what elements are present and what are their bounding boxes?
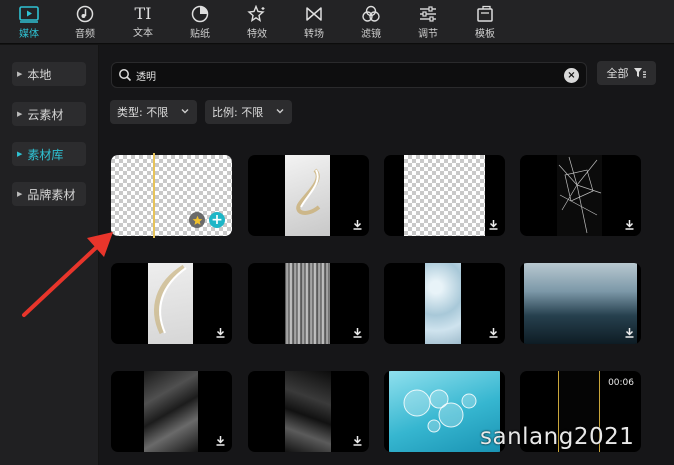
plastic-wrap-thumbnail [285, 371, 331, 452]
tab-label: 模板 [475, 29, 495, 40]
tab-label: 滤镜 [361, 29, 381, 40]
plastic-wrap-thumbnail [144, 371, 198, 452]
filter-all-button[interactable]: 全部 [597, 61, 656, 85]
ratio-dropdown[interactable]: 比例: 不限 [205, 100, 292, 124]
text-icon: TI [134, 4, 152, 23]
download-icon[interactable] [215, 435, 226, 446]
download-icon[interactable] [488, 327, 499, 338]
type-dropdown-label: 类型: 不限 [117, 106, 169, 119]
tab-transition[interactable]: 转场 [290, 0, 338, 44]
material-card[interactable] [111, 263, 232, 344]
adjust-icon [420, 6, 436, 22]
tab-label: 媒体 [19, 29, 39, 40]
tab-adjust[interactable]: 调节 [404, 0, 452, 44]
frosted-blue-thumbnail [425, 263, 461, 344]
ratio-dropdown-label: 比例: 不限 [212, 106, 264, 119]
chevron-down-icon [276, 109, 284, 114]
tab-text[interactable]: TI 文本 [119, 0, 167, 44]
striped-glass-thumbnail [285, 263, 330, 344]
filter-all-label: 全部 [606, 67, 629, 80]
search-icon [119, 69, 132, 82]
tab-sticker[interactable]: 贴纸 [176, 0, 224, 44]
glass-ribbon-icon [296, 168, 321, 215]
top-toolbar: 媒体 音频 TI 文本 贴纸 特效 转场 滤镜 调节 模板 [0, 0, 674, 44]
material-card[interactable] [520, 263, 641, 344]
main-panel: × 全部 类型: 不限 比例: 不限 + [99, 45, 674, 465]
material-card[interactable] [248, 263, 369, 344]
material-card[interactable] [248, 155, 369, 236]
glass-ribbon-thumbnail [148, 263, 193, 344]
tab-label: 特效 [247, 29, 267, 40]
sidebar-item-label: 品牌素材 [27, 187, 76, 202]
material-card[interactable] [111, 371, 232, 452]
app-window: 媒体 音频 TI 文本 贴纸 特效 转场 滤镜 调节 模板 ▶ 本地 ▶ 云素材… [0, 0, 674, 465]
download-icon[interactable] [352, 435, 363, 446]
download-icon[interactable] [352, 219, 363, 230]
watermark: sanlang2021 [480, 424, 635, 450]
glass-ribbon-thumbnail [285, 155, 330, 236]
sidebar-item-brand[interactable]: ▶ 品牌素材 [12, 182, 86, 206]
rain-window-thumbnail [524, 263, 637, 344]
triangle-right-icon: ▶ [17, 110, 23, 118]
transparent-thumbnail [404, 155, 485, 236]
tab-template[interactable]: 模板 [461, 0, 509, 44]
sidebar-item-cloud[interactable]: ▶ 云素材 [12, 102, 86, 126]
duration-badge: 00:06 [608, 378, 634, 388]
sidebar-item-local[interactable]: ▶ 本地 [12, 62, 86, 86]
triangle-right-icon: ▶ [17, 150, 23, 158]
download-icon[interactable] [352, 327, 363, 338]
type-dropdown[interactable]: 类型: 不限 [110, 100, 197, 124]
star-icon [192, 215, 202, 225]
sidebar: ▶ 本地 ▶ 云素材 ▶ 素材库 ▶ 品牌素材 [0, 45, 98, 465]
material-card[interactable] [520, 155, 641, 236]
search-bar: × [111, 62, 587, 88]
chevron-down-icon [181, 109, 189, 114]
tab-label: 文本 [133, 28, 153, 39]
material-card[interactable] [384, 263, 505, 344]
tab-effects[interactable]: 特效 [233, 0, 281, 44]
media-icon [19, 6, 39, 23]
transition-icon [306, 7, 322, 21]
triangle-right-icon: ▶ [17, 70, 23, 78]
tab-label: 转场 [304, 29, 324, 40]
tab-media[interactable]: 媒体 [5, 0, 53, 44]
download-icon[interactable] [624, 327, 635, 338]
favorite-button[interactable] [189, 212, 205, 228]
add-to-track-button[interactable]: + [209, 212, 225, 228]
audio-icon [76, 5, 94, 23]
material-card[interactable] [384, 155, 505, 236]
tab-label: 调节 [418, 29, 438, 40]
tab-audio[interactable]: 音频 [61, 0, 109, 44]
download-icon[interactable] [488, 219, 499, 230]
preview-playhead [153, 153, 155, 238]
search-input[interactable] [136, 69, 556, 81]
filter-icon [362, 5, 380, 22]
tab-label: 音频 [75, 29, 95, 40]
material-card[interactable]: + [111, 153, 232, 238]
download-icon[interactable] [624, 219, 635, 230]
cracked-glass-thumbnail [557, 155, 602, 236]
effects-icon [247, 5, 265, 23]
sticker-icon [191, 5, 209, 23]
sidebar-item-label: 云素材 [27, 107, 64, 122]
sidebar-item-label: 素材库 [27, 147, 64, 162]
sidebar-item-library[interactable]: ▶ 素材库 [12, 142, 86, 166]
clear-search-button[interactable]: × [564, 68, 579, 83]
tab-filter[interactable]: 滤镜 [347, 0, 395, 44]
sidebar-item-label: 本地 [27, 67, 52, 82]
tab-label: 贴纸 [190, 29, 210, 40]
template-icon [477, 5, 493, 22]
triangle-right-icon: ▶ [17, 190, 23, 198]
filter-funnel-icon [633, 68, 646, 78]
material-card[interactable] [248, 371, 369, 452]
download-icon[interactable] [215, 327, 226, 338]
